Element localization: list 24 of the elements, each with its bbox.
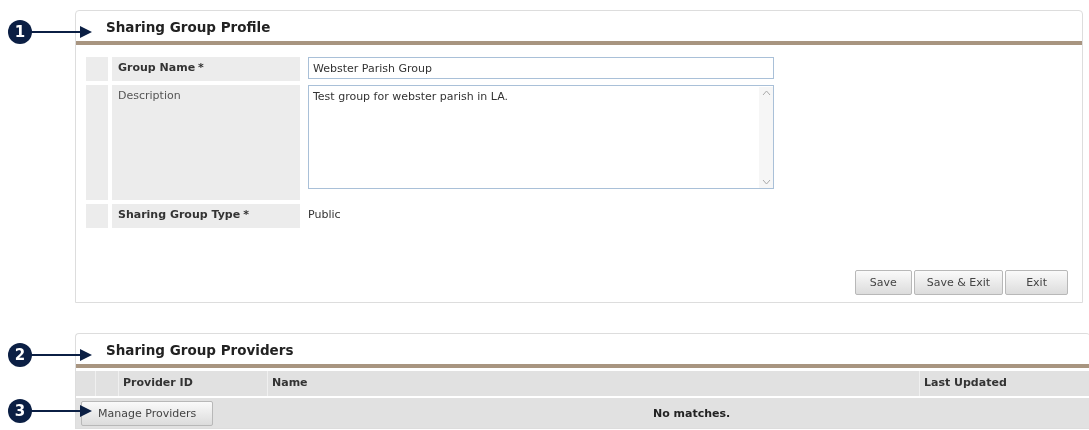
column-header: Provider ID (119, 371, 268, 396)
section-title: Sharing Group Profile (76, 11, 1082, 45)
arrow-icon (30, 349, 92, 361)
arrow-icon (30, 405, 92, 417)
column-header: Last Updated (920, 371, 1089, 396)
field-label: Description (112, 85, 300, 200)
arrow-icon (30, 26, 92, 38)
scrollbar[interactable] (759, 87, 773, 188)
step-number-marker: 1 (8, 20, 32, 44)
column-header: Name (268, 371, 920, 396)
field-value: Public (308, 207, 341, 221)
step-number-marker: 3 (8, 399, 32, 423)
manage-providers-button[interactable]: Manage Providers (81, 400, 214, 426)
description-field[interactable]: Test group for webster parish in LA. (308, 85, 774, 189)
action-button[interactable]: Save (854, 270, 912, 295)
action-button[interactable]: Save & Exit (913, 270, 1004, 295)
action-button[interactable]: Exit (1005, 270, 1068, 295)
group-name-field[interactable]: Webster Parish Group (308, 57, 774, 79)
field-label: Group Name * (112, 57, 300, 81)
scroll-up-icon[interactable] (761, 90, 771, 96)
step-number-marker: 2 (8, 343, 32, 367)
scroll-down-icon[interactable] (761, 179, 771, 185)
empty-message: No matches. (653, 406, 731, 420)
field-label: Sharing Group Type * (112, 204, 300, 228)
